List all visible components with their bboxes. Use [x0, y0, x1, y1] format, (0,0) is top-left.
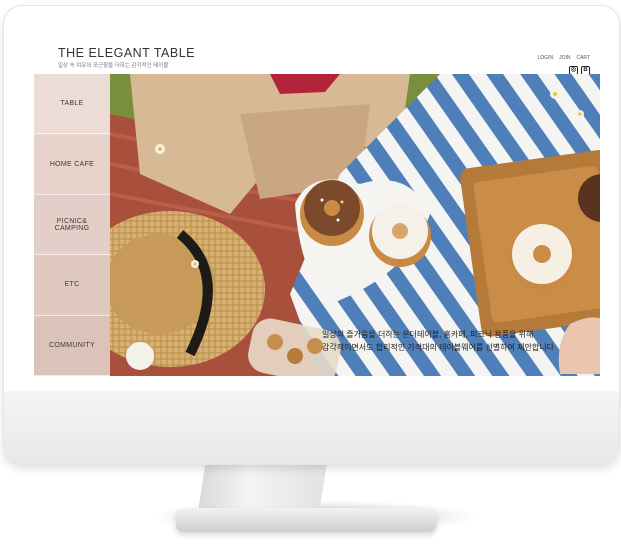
cart-link[interactable]: CART — [576, 55, 590, 61]
sidebar-item-label: PICNIC& CAMPING — [54, 217, 90, 232]
login-link[interactable]: LOGIN — [538, 55, 554, 61]
sidebar-item-label: ETC — [64, 281, 80, 289]
website-screen: THE ELEGANT TABLE 일상 속 여유와 포근함을 더하는 감각적인… — [34, 28, 600, 376]
sidebar-item-label: HOME CAFE — [49, 160, 95, 168]
join-link[interactable]: JOIN — [559, 55, 570, 61]
sidebar-item-label: COMMUNITY — [49, 341, 95, 349]
monitor-frame: THE ELEGANT TABLE 일상 속 여유와 포근함을 더하는 감각적인… — [4, 6, 619, 464]
top-links: LOGIN JOIN CART — [538, 55, 590, 61]
site-subtitle: 일상 속 여유와 포근함을 더하는 감각적인 테이블 — [58, 63, 169, 69]
site-title[interactable]: THE ELEGANT TABLE — [58, 46, 195, 60]
sidebar-item-home-cafe[interactable]: HOME CAFE — [34, 134, 110, 195]
sidebar-item-community[interactable]: COMMUNITY — [34, 315, 110, 376]
sidebar-item-table[interactable]: TABLE — [34, 74, 110, 135]
hero-caption: 일상의 즐거움을 더하는 온더테이블, 홈카페, 피크닉 용품을 위해 감각적이… — [322, 328, 600, 354]
monitor-chin — [4, 391, 619, 464]
sidebar-item-picnic-camping[interactable]: PICNIC& CAMPING — [34, 194, 110, 256]
sidebar-item-etc[interactable]: ETC — [34, 255, 110, 316]
sidebar-nav: TABLE HOME CAFE PICNIC& CAMPING ETC COMM… — [34, 74, 110, 376]
hero-caption-line-1: 일상의 즐거움을 더하는 온더테이블, 홈카페, 피크닉 용품을 위해 — [322, 330, 534, 339]
monitor-stand-base — [176, 508, 436, 532]
sidebar-item-label: TABLE — [60, 100, 84, 108]
hero-image: 일상의 즐거움을 더하는 온더테이블, 홈카페, 피크닉 용품을 위해 감각적이… — [110, 74, 600, 376]
hero-caption-line-2: 감각적이면서도 합리적인 가격대의 테이블웨어를 선별하여 제안합니다 — [322, 343, 554, 352]
site-header: THE ELEGANT TABLE 일상 속 여유와 포근함을 더하는 감각적인… — [34, 28, 600, 75]
